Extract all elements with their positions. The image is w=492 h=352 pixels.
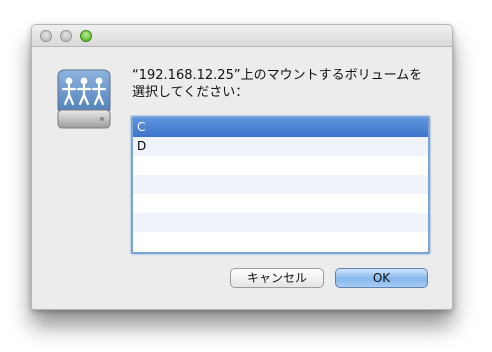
- title-bar: [32, 25, 452, 47]
- empty-row: [133, 194, 428, 213]
- empty-row: [133, 232, 428, 251]
- ok-button[interactable]: OK: [335, 268, 428, 288]
- volume-item-c[interactable]: C: [133, 118, 428, 137]
- empty-row: [133, 213, 428, 232]
- cancel-button[interactable]: キャンセル: [230, 268, 324, 288]
- volume-list[interactable]: C D: [131, 116, 430, 254]
- minimize-window-button[interactable]: [60, 30, 72, 42]
- volume-item-d[interactable]: D: [133, 137, 428, 156]
- zoom-window-button[interactable]: [80, 30, 92, 42]
- close-window-button[interactable]: [40, 30, 52, 42]
- empty-row: [133, 175, 428, 194]
- empty-row: [133, 156, 428, 175]
- dialog-prompt: “192.168.12.25”上のマウントするボリュームを 選択してください：: [132, 68, 423, 100]
- mount-volume-dialog: “192.168.12.25”上のマウントするボリュームを 選択してください： …: [31, 24, 453, 310]
- network-server-icon: [57, 69, 111, 129]
